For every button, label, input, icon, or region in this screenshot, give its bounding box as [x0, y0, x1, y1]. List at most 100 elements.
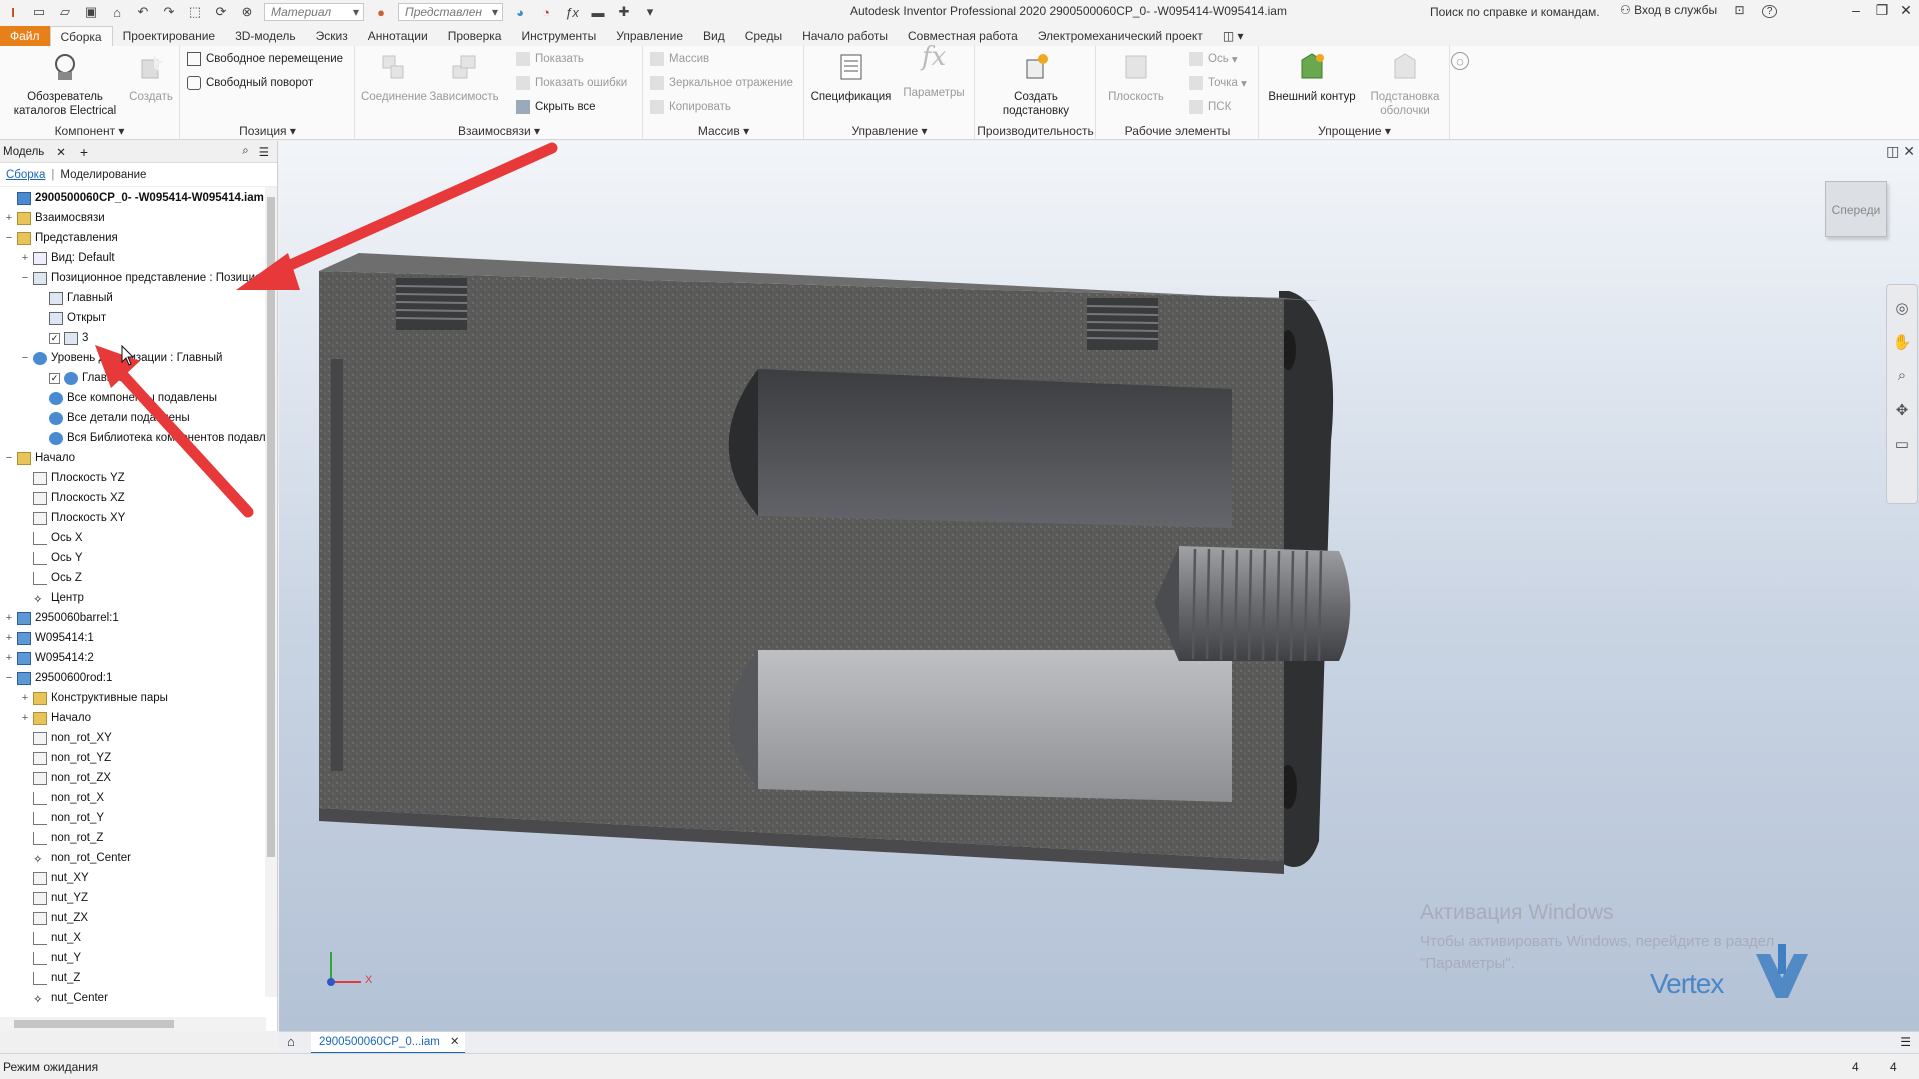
tree-item[interactable]: Все детали подавлены — [36, 408, 190, 428]
tree-item[interactable]: + Начало — [20, 708, 91, 728]
open-file-icon[interactable]: ▱ — [55, 3, 75, 21]
collapse-icon[interactable]: − — [4, 452, 14, 464]
tree-item[interactable]: Ось X — [20, 528, 83, 548]
plus-icon[interactable]: ✚ — [614, 3, 634, 21]
tab-manage[interactable]: Управление — [606, 26, 693, 46]
tab-assembly[interactable]: Сборка — [49, 26, 113, 46]
tree-item[interactable]: non_rot_ZX — [20, 768, 111, 788]
pan-icon[interactable]: ✋ — [1892, 333, 1912, 353]
tree-item[interactable]: ✧ non_rot_Center — [20, 848, 131, 868]
tree-item[interactable]: Все компоненты подавлены — [36, 388, 217, 408]
tree-item[interactable]: Плоскость XZ — [20, 488, 125, 508]
panel-title-position[interactable]: Позиция ▾ — [181, 124, 354, 138]
browser-menu-icon[interactable]: ☰ — [259, 145, 269, 159]
tree-item[interactable]: nut_Y — [20, 948, 81, 968]
clear-appearance-icon[interactable]: ◔ — [536, 3, 556, 21]
tree-item[interactable]: non_rot_Y — [20, 808, 104, 828]
create-component-button[interactable]: Создать — [126, 50, 176, 104]
viewport-close-icon[interactable]: ◫ ✕ — [1886, 143, 1915, 160]
create-substitute-button[interactable]: Создать подстановку — [982, 50, 1090, 118]
home-icon[interactable]: ⌂ — [107, 3, 127, 21]
tree-item[interactable]: + W095414:1 — [4, 628, 94, 648]
tree-item[interactable]: nut_X — [20, 928, 81, 948]
show-errors-button[interactable]: Показать ошибки — [516, 76, 627, 90]
steering-wheel-icon[interactable]: ◎ — [1892, 299, 1912, 319]
browser-vertical-scrollbar[interactable] — [265, 187, 277, 997]
document-tab[interactable]: 2900500060CP_0...iam ✕ — [311, 1031, 466, 1054]
tab-sketch[interactable]: Эскиз — [306, 26, 358, 46]
axis-button[interactable]: Ось ▾ — [1189, 52, 1238, 66]
tree-item[interactable]: non_rot_YZ — [20, 748, 111, 768]
browser-close-icon[interactable]: ✕ — [56, 145, 66, 159]
graphics-viewport[interactable]: X Спереди ◎ ✋ ⌕ ✥ ▭ ◫ ✕ Активация Window… — [279, 141, 1919, 1031]
minimize-button[interactable]: – — [1843, 2, 1869, 22]
help-icon[interactable]: ? — [1761, 5, 1778, 18]
free-rotate-button[interactable]: Свободный поворот — [187, 76, 313, 90]
browser-horizontal-scrollbar[interactable] — [0, 1017, 266, 1031]
copy-button[interactable]: Копировать — [650, 100, 731, 114]
electrical-catalog-browser-button[interactable]: Обозреватель каталогов Electrical — [6, 50, 124, 118]
redo-icon[interactable]: ↷ — [159, 3, 179, 21]
tree-item[interactable]: nut_YZ — [20, 888, 88, 908]
help-search-input[interactable]: Поиск по справке и командам. — [1430, 2, 1610, 21]
browser-tab-assembly[interactable]: Сборка — [6, 169, 45, 181]
ribbon-options-icon[interactable]: ◌ — [1451, 52, 1469, 70]
tree-item[interactable]: − Начало — [4, 448, 75, 468]
tree-item[interactable]: non_rot_Z — [20, 828, 103, 848]
tree-item[interactable]: non_rot_X — [20, 788, 104, 808]
tree-item[interactable]: Плоскость XY — [20, 508, 125, 528]
tree-item[interactable]: + Конструктивные пары — [20, 688, 168, 708]
tree-item[interactable]: − Уровень детализации : Главный — [20, 348, 222, 368]
bom-button[interactable]: Спецификация — [807, 50, 895, 104]
customize-qat-icon[interactable]: ▾ — [640, 3, 660, 21]
plane-button[interactable]: Плоскость — [1103, 50, 1169, 104]
show-button[interactable]: Показать — [516, 52, 584, 66]
browser-vscroll-thumb[interactable] — [267, 197, 275, 857]
tab-inspect[interactable]: Проверка — [438, 26, 512, 46]
constrain-button[interactable]: Зависимость — [428, 50, 500, 104]
tab-collaborate[interactable]: Совместная работа — [898, 26, 1028, 46]
shrinkwrap-button[interactable]: Внешний контур — [1262, 50, 1362, 104]
collapse-icon[interactable]: − — [4, 672, 14, 684]
tree-item[interactable]: + Вид: Default — [20, 248, 115, 268]
doc-home-icon[interactable]: ⌂ — [287, 1034, 295, 1049]
expand-icon[interactable]: + — [4, 632, 14, 644]
tab-electromechanical[interactable]: Электромеханический проект — [1028, 26, 1213, 46]
hide-all-button[interactable]: Скрыть все — [516, 100, 596, 114]
tree-item[interactable]: Плоскость YZ — [20, 468, 125, 488]
tree-item[interactable]: nut_Z — [20, 968, 80, 988]
tree-item[interactable]: Открыт — [36, 308, 106, 328]
color-override-icon[interactable]: ◕ — [510, 3, 530, 21]
panel-title-relationships[interactable]: Взаимосвязи ▾ — [356, 124, 642, 138]
tree-item[interactable]: +2950060barrel:1 — [4, 608, 119, 628]
tree-item[interactable]: + Взаимосвязи — [4, 208, 105, 228]
tree-item[interactable]: Ось Y — [20, 548, 83, 568]
collapse-icon[interactable]: − — [4, 232, 14, 244]
signin-link[interactable]: ⚇ Вход в службы ⊡ ? — [1620, 3, 1778, 18]
panel-title-component[interactable]: Компонент ▾ — [0, 124, 179, 138]
tree-item[interactable]: ✧ Центр — [20, 588, 84, 608]
look-at-icon[interactable]: ▭ — [1892, 435, 1912, 455]
tree-item[interactable]: ✓ Главный — [36, 368, 128, 388]
document-tab-close-icon[interactable]: ✕ — [450, 1032, 460, 1052]
tree-item[interactable]: nut_XY — [20, 868, 89, 888]
browser-hscroll-thumb[interactable] — [14, 1020, 174, 1028]
tree-item[interactable]: non_rot_XY — [20, 728, 112, 748]
tree-item[interactable]: − Представления — [4, 228, 118, 248]
collapse-icon[interactable]: − — [20, 352, 30, 364]
cart-icon[interactable]: ⊡ — [1734, 3, 1744, 17]
close-window-button[interactable]: ✕ — [1893, 2, 1919, 22]
expand-icon[interactable]: + — [20, 692, 30, 704]
tab-get-started[interactable]: Начало работы — [792, 26, 898, 46]
panel-title-manage[interactable]: Управление ▾ — [805, 124, 974, 138]
expand-icon[interactable]: + — [4, 612, 14, 624]
expand-icon[interactable]: + — [4, 212, 14, 224]
tab-3d-model[interactable]: 3D-модель — [225, 26, 306, 46]
tab-design[interactable]: Проектирование — [113, 26, 226, 46]
material-combo[interactable]: Материал — [264, 3, 364, 21]
tree-item[interactable]: − Позиционное представление : Позицион — [20, 268, 268, 288]
tree-checkbox[interactable]: ✓ — [49, 332, 60, 344]
tree-item[interactable]: ✧ nut_Center — [20, 988, 108, 1007]
zoom-icon[interactable]: ⌕ — [1892, 367, 1912, 387]
appearance-combo[interactable]: Представлен — [398, 3, 503, 21]
